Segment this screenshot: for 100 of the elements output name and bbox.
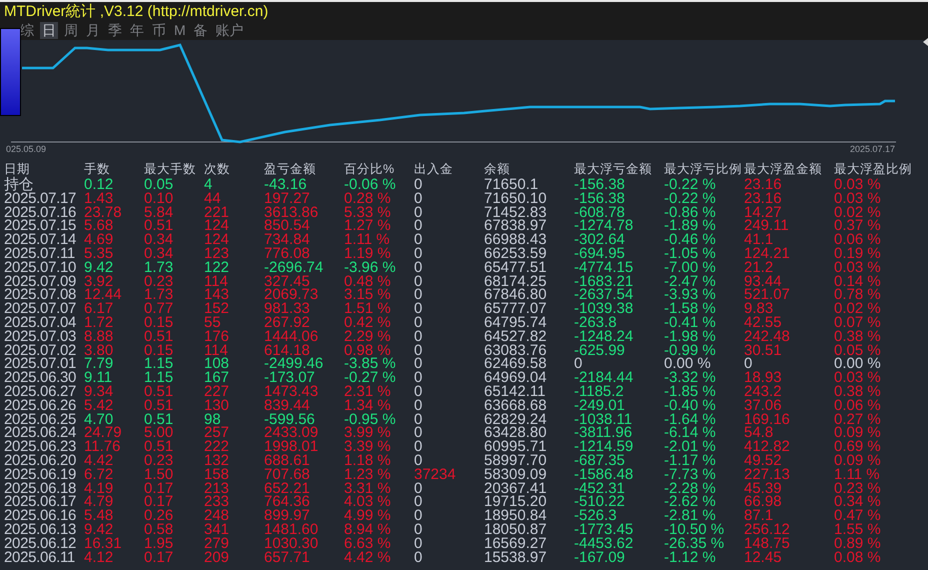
tab[interactable]: 综 [18, 22, 36, 39]
table-cell-text: 20367.41 [484, 482, 548, 496]
tab[interactable]: 月 [84, 22, 102, 39]
table-cell-text: -1.85 % [664, 384, 717, 399]
table-cell-text: -2.01 % [664, 440, 717, 454]
table-cell-text: -1.98 % [664, 330, 717, 344]
table-cell-text: 0.19 % [834, 246, 882, 261]
table-cell-text: 9.42 [84, 522, 114, 537]
table-cell-text: 71650.10 [484, 192, 548, 206]
table-cell-text: -26.35 % [664, 536, 726, 551]
table-cell-text: -687.35 [574, 454, 625, 468]
table-cell-text: 4.19 [84, 482, 114, 496]
tab[interactable]: 账户 [214, 22, 246, 39]
column-header: 盈亏金额 [264, 163, 317, 178]
table-cell-text: 0 [414, 288, 424, 302]
table-cell-text: 132 [204, 454, 230, 468]
table-cell-text: 67838.97 [484, 219, 548, 234]
table-cell-text: 197.27 [264, 192, 310, 206]
table-cell-text: 279 [204, 536, 230, 551]
table-cell-text: 6.17 [84, 302, 114, 316]
table-cell-text: 65777.07 [484, 302, 548, 316]
table-cell-text: 0 [574, 357, 582, 372]
table-cell-text: 4.12 [84, 550, 114, 564]
table-cell-text: -625.99 [574, 344, 626, 358]
table-cell-text: 2025.06.24 [4, 426, 78, 440]
tab[interactable]: 日 [40, 22, 58, 39]
tab[interactable]: 周 [62, 22, 80, 39]
table-cell-text: 0 [414, 344, 424, 358]
table-cell-text: -0.27 % [344, 371, 397, 385]
table-cell-text: 68174.25 [484, 274, 548, 288]
table-cell-text: -1.58 % [664, 302, 717, 316]
tab[interactable]: M [172, 22, 188, 39]
table-cell-text: 0 [414, 233, 424, 247]
table-cell-text: 8.94 % [344, 522, 392, 537]
table-cell-text: 1.51 % [344, 302, 392, 316]
table-cell-text: 0 [414, 384, 424, 399]
scroll-handle[interactable] [0, 28, 21, 116]
table-cell-text: 2025.07.08 [4, 288, 78, 302]
table-cell-text: -3811.96 [574, 426, 634, 440]
table-cell-text: 12.44 [84, 288, 123, 302]
table-cell-text: 9.83 [744, 302, 774, 316]
column-header: 最大手数 [144, 163, 197, 178]
table-cell-text: 614.18 [264, 344, 310, 358]
table-cell-text: -510.22 [574, 495, 626, 510]
table-cell-text: 6.63 % [344, 536, 392, 551]
table-cell-text: 256.12 [744, 522, 791, 537]
table-cell-text: 64969.04 [484, 371, 548, 385]
table-cell-text: 3.92 [84, 274, 114, 288]
table-cell-text: 0.15 [144, 316, 174, 330]
table-cell-text: -526.3 [574, 509, 617, 523]
table-cell-text: 0.23 [144, 274, 174, 288]
table-cell-text: 1.27 % [344, 219, 392, 234]
table-cell-text: -10.50 % [664, 522, 726, 537]
table-cell-text: -1683.21 [574, 274, 634, 288]
table-cell-text: 2025.07.02 [4, 344, 78, 358]
table-cell-text: 4.03 % [344, 495, 392, 510]
table-cell-text: -0.41 % [664, 316, 717, 330]
table-cell-text: 2025.06.19 [4, 468, 78, 482]
tab[interactable]: 年 [128, 22, 146, 39]
table-cell-text: 2.29 % [344, 330, 392, 344]
table-cell-text: 0 [414, 398, 424, 413]
table-cell-text: 71650.1 [484, 178, 538, 192]
table-cell-text: -2499.46 [264, 357, 324, 372]
tab[interactable]: 币 [150, 22, 168, 39]
tab[interactable]: 季 [106, 22, 124, 39]
table-cell-text: 1030.30 [264, 536, 320, 551]
table-cell-text: 0 [414, 330, 424, 344]
table-cell-text: 0.17 [144, 495, 174, 510]
table-cell-text: 657.71 [264, 550, 311, 564]
table-cell-text: -0.40 % [664, 398, 717, 413]
table-cell-text: 0.08 % [834, 550, 882, 564]
table-cell-text: 3.99 % [344, 426, 391, 440]
table-cell-text: 707.68 [264, 468, 311, 482]
table-cell-text: 2025.07.16 [4, 206, 78, 220]
table-cell-text: 0.28 % [344, 192, 392, 206]
table-cell-text: 42.55 [744, 316, 782, 330]
table-cell-text: 0.03 % [834, 178, 882, 192]
table-cell-text: 37.06 [744, 398, 782, 413]
table-cell-text: 981.33 [264, 302, 311, 316]
table-cell-text: 1.34 % [344, 398, 391, 413]
table-cell-text: 0.06 % [834, 398, 882, 413]
table-cell-text: 0.51 [144, 384, 174, 399]
table-cell-text: 257 [204, 426, 230, 440]
table-cell-text: 1.55 % [834, 522, 882, 537]
table-cell-text: 0 [414, 316, 424, 330]
column-header: 次数 [204, 163, 231, 178]
table-cell-text: 688.61 [264, 454, 311, 468]
tab[interactable]: 备 [192, 22, 210, 39]
table-cell-text: 67846.80 [484, 288, 548, 302]
table-cell-text: 5.48 [84, 509, 114, 523]
table-cell-text: 222 [204, 440, 230, 454]
table-cell-text: 8.88 [84, 330, 114, 344]
table-cell-text: 3.15 % [344, 288, 392, 302]
table-cell-text: 123 [204, 246, 230, 261]
table-cell-text: 2025.07.04 [4, 316, 78, 330]
table-cell-text: 65142.11 [484, 384, 546, 399]
table-cell-text: 0.17 [144, 482, 174, 496]
table-cell-text: 764.36 [264, 495, 311, 510]
table-cell-text: 213 [204, 482, 230, 496]
table-cell-text: 0.12 [84, 178, 114, 192]
